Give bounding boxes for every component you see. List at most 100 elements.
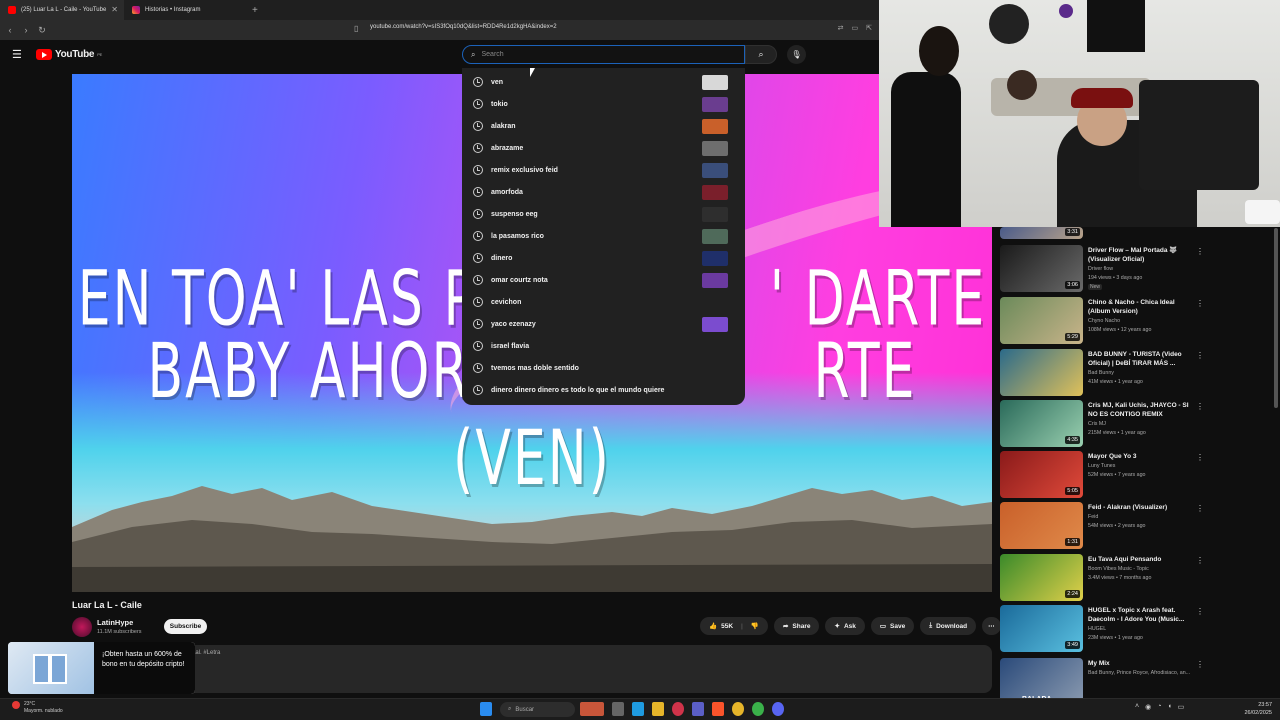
related-video-title[interactable]: Mayor Que Yo 3 xyxy=(1088,452,1193,461)
related-channel[interactable]: Bad Bunny xyxy=(1088,369,1114,377)
suggestion-thumbnail[interactable] xyxy=(702,251,728,266)
forward-icon[interactable]: › xyxy=(18,25,34,35)
back-icon[interactable]: ‹ xyxy=(2,25,18,35)
channel-name[interactable]: LatinHype xyxy=(97,618,133,627)
youtube-logo[interactable]: YouTube PE xyxy=(36,49,102,60)
related-video-title[interactable]: Driver Flow – Mal Portada 🐺 (Visualizer … xyxy=(1088,246,1193,264)
channel-avatar[interactable] xyxy=(72,617,92,637)
related-video-item[interactable]: 4:35 Cris MJ, Kali Uchis, JHAYCO - SI NO … xyxy=(1000,400,1204,449)
brave-icon[interactable] xyxy=(712,702,724,716)
related-video-item[interactable]: 1:31 Feid - Alakran (Visualizer) Feid 54M v… xyxy=(1000,502,1204,551)
suggestion-thumbnail[interactable] xyxy=(702,163,728,178)
suggestion-thumbnail[interactable] xyxy=(702,75,728,90)
suggestion-item[interactable]: cevichon xyxy=(462,291,745,313)
related-video-item[interactable]: 3:06 Driver Flow – Mal Portada 🐺 (Visuali… xyxy=(1000,245,1204,294)
app-red-icon[interactable] xyxy=(672,702,684,716)
suggestion-thumbnail[interactable] xyxy=(702,229,728,244)
voice-search-button[interactable]: 🎙 xyxy=(787,45,806,64)
search-button[interactable]: ⌕ xyxy=(745,45,777,64)
suggestion-item[interactable]: yaco ezenazy xyxy=(462,313,745,335)
screen-icon[interactable]: ▭ xyxy=(852,24,859,32)
suggestion-thumbnail[interactable] xyxy=(702,273,728,288)
suggestion-item[interactable]: dinero xyxy=(462,247,745,269)
more-options-icon[interactable]: ⋮ xyxy=(1196,607,1204,616)
green-app-icon[interactable] xyxy=(752,702,764,716)
teams-icon[interactable] xyxy=(692,702,704,716)
tab-instagram[interactable]: Historias • Instagram xyxy=(124,0,248,20)
suggestion-thumbnail[interactable] xyxy=(702,141,728,156)
related-channel[interactable]: Driver flow xyxy=(1088,265,1113,273)
thumbs-down-icon[interactable]: 👎 xyxy=(751,622,759,630)
weather-widget[interactable]: 23°C Mayorm. nublado xyxy=(24,701,63,715)
video-thumbnail[interactable]: 1:31 xyxy=(1000,502,1083,549)
video-thumbnail[interactable]: 4:35 xyxy=(1000,400,1083,447)
subscribe-button[interactable]: Subscribe xyxy=(164,619,207,634)
suggestion-item[interactable]: tokio xyxy=(462,93,745,115)
wifi-icon[interactable]: ◔ xyxy=(1157,703,1161,711)
related-channel[interactable]: Chyno Nacho xyxy=(1088,317,1120,325)
related-channel[interactable]: Feid xyxy=(1088,513,1098,521)
related-channel[interactable]: Boom Vibes Music - Topic xyxy=(1088,565,1149,573)
related-channel[interactable]: HUGEL xyxy=(1088,625,1106,633)
more-options-icon[interactable]: ⋮ xyxy=(1196,453,1204,462)
save-button[interactable]: ▭ Save xyxy=(870,617,915,635)
related-video-item[interactable]: 2:24 Eu Tava Aqui Pensando Boom Vibes Musi… xyxy=(1000,554,1204,603)
translate-icon[interactable]: ⇄ xyxy=(838,24,844,32)
related-channel[interactable]: Cris MJ xyxy=(1088,420,1106,428)
related-video-title[interactable]: Feid - Alakran (Visualizer) xyxy=(1088,503,1193,512)
suggestion-item[interactable]: alakran xyxy=(462,115,745,137)
suggestion-thumbnail[interactable] xyxy=(702,185,728,200)
related-channel[interactable]: Luny Tunes xyxy=(1088,462,1115,470)
video-thumbnail[interactable] xyxy=(1000,349,1083,396)
ask-button[interactable]: ✦ Ask xyxy=(825,617,865,635)
related-video-title[interactable]: Eu Tava Aqui Pensando xyxy=(1088,555,1193,564)
video-thumbnail[interactable]: 3:49 xyxy=(1000,605,1083,652)
related-video-title[interactable]: BAD BUNNY - TURISTA (Video Oficial) | De… xyxy=(1088,350,1193,368)
chevron-up-icon[interactable]: ˄ xyxy=(1135,703,1139,711)
related-video-title[interactable]: Cris MJ, Kali Uchis, JHAYCO - SI NO ES C… xyxy=(1088,401,1193,419)
suggestion-item[interactable]: suspenso eeg xyxy=(462,203,745,225)
related-video-title[interactable]: HUGEL x Topic x Arash feat. Daecolm - I … xyxy=(1088,606,1193,624)
video-thumbnail[interactable]: 5:29 xyxy=(1000,297,1083,344)
like-button[interactable]: 👍 55K | 👎 xyxy=(700,617,768,635)
game-app-icon[interactable] xyxy=(580,702,604,716)
discord-icon[interactable] xyxy=(772,702,784,716)
related-video-item[interactable]: BAD BUNNY - TURISTA (Video Oficial) | De… xyxy=(1000,349,1204,398)
more-options-icon[interactable]: ⋮ xyxy=(1196,351,1204,360)
related-video-title[interactable]: Chino & Nacho - Chica Ideal (Album Versi… xyxy=(1088,298,1193,316)
suggestion-item[interactable]: remix exclusivo feid xyxy=(462,159,745,181)
file-explorer-icon[interactable] xyxy=(612,702,624,716)
video-thumbnail[interactable]: 5:05 xyxy=(1000,451,1083,498)
menu-icon[interactable]: ☰ xyxy=(12,48,24,61)
chrome-icon[interactable] xyxy=(732,702,744,716)
related-video-title[interactable]: My Mix xyxy=(1088,659,1193,668)
close-tab-icon[interactable]: ✕ xyxy=(111,5,118,14)
scrollbar[interactable] xyxy=(1274,228,1278,408)
more-options-icon[interactable]: ⋮ xyxy=(1196,247,1204,256)
reload-icon[interactable]: ↻ xyxy=(34,25,50,36)
description-box[interactable]: Lal. #Letra xyxy=(72,645,992,693)
related-video-item[interactable]: 3:49 HUGEL x Topic x Arash feat. Daecolm … xyxy=(1000,605,1204,654)
related-video-item[interactable]: 5:05 Mayor Que Yo 3 Luny Tunes 52M views • … xyxy=(1000,451,1204,500)
volume-icon[interactable]: ◖ xyxy=(1167,703,1171,711)
folder-icon[interactable] xyxy=(652,702,664,716)
share-button[interactable]: ➦ Share xyxy=(773,617,820,635)
more-actions-button[interactable]: ⋯ xyxy=(982,617,1001,635)
share-page-icon[interactable]: ⇱ xyxy=(866,24,872,32)
more-options-icon[interactable]: ⋮ xyxy=(1196,660,1204,669)
windows-start-icon[interactable] xyxy=(480,702,492,716)
suggestion-item[interactable]: tvemos mas doble sentido xyxy=(462,357,745,379)
url-field[interactable]: youtube.com/watch?v=sIS3fOq10dQ&list=RDD… xyxy=(370,24,557,30)
bookmark-icon[interactable]: ▯ xyxy=(354,24,358,33)
more-options-icon[interactable]: ⋮ xyxy=(1196,504,1204,513)
suggestion-item[interactable]: omar courtz nota xyxy=(462,269,745,291)
search-input[interactable] xyxy=(481,51,722,58)
more-options-icon[interactable]: ⋮ xyxy=(1196,556,1204,565)
suggestion-item[interactable]: dinero dinero dinero es todo lo que el m… xyxy=(462,379,745,401)
suggestion-thumbnail[interactable] xyxy=(702,97,728,112)
suggestion-item[interactable]: abrazame xyxy=(462,137,745,159)
video-thumbnail[interactable]: 2:24 xyxy=(1000,554,1083,601)
suggestion-thumbnail[interactable] xyxy=(702,119,728,134)
more-options-icon[interactable]: ⋮ xyxy=(1196,299,1204,308)
download-button[interactable]: ⤓ Download xyxy=(920,617,977,635)
